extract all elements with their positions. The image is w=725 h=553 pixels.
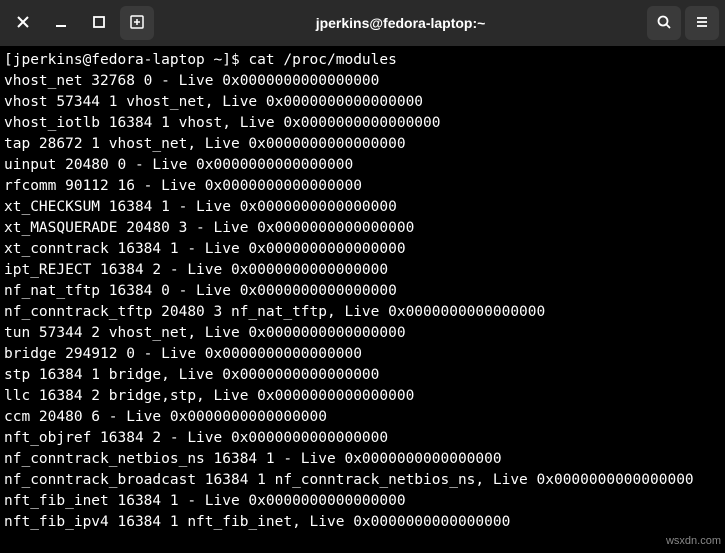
output-line: nft_objref 16384 2 - Live 0x000000000000… bbox=[4, 428, 721, 449]
output-line: xt_MASQUERADE 20480 3 - Live 0x000000000… bbox=[4, 218, 721, 239]
output-line: nf_conntrack_netbios_ns 16384 1 - Live 0… bbox=[4, 449, 721, 470]
output-line: ipt_REJECT 16384 2 - Live 0x000000000000… bbox=[4, 260, 721, 281]
terminal-output: vhost_net 32768 0 - Live 0x0000000000000… bbox=[4, 71, 721, 533]
output-line: tun 57344 2 vhost_net, Live 0x0000000000… bbox=[4, 323, 721, 344]
output-line: nf_conntrack_tftp 20480 3 nf_nat_tftp, L… bbox=[4, 302, 721, 323]
new-tab-icon bbox=[129, 14, 145, 33]
search-button[interactable] bbox=[647, 6, 681, 40]
minimize-icon bbox=[53, 14, 69, 33]
prompt: [jperkins@fedora-laptop ~]$ bbox=[4, 52, 248, 68]
output-line: tap 28672 1 vhost_net, Live 0x0000000000… bbox=[4, 134, 721, 155]
hamburger-icon bbox=[694, 14, 710, 33]
new-tab-button[interactable] bbox=[120, 6, 154, 40]
output-line: vhost_iotlb 16384 1 vhost, Live 0x000000… bbox=[4, 113, 721, 134]
output-line: llc 16384 2 bridge,stp, Live 0x000000000… bbox=[4, 386, 721, 407]
search-icon bbox=[656, 14, 672, 33]
output-line: rfcomm 90112 16 - Live 0x000000000000000… bbox=[4, 176, 721, 197]
output-line: nft_fib_ipv4 16384 1 nft_fib_inet, Live … bbox=[4, 512, 721, 533]
maximize-button[interactable] bbox=[82, 6, 116, 40]
output-line: uinput 20480 0 - Live 0x0000000000000000 bbox=[4, 155, 721, 176]
output-line: nf_conntrack_broadcast 16384 1 nf_conntr… bbox=[4, 470, 721, 491]
titlebar-right bbox=[647, 6, 719, 40]
output-line: nf_nat_tftp 16384 0 - Live 0x00000000000… bbox=[4, 281, 721, 302]
output-line: ccm 20480 6 - Live 0x0000000000000000 bbox=[4, 407, 721, 428]
watermark: wsxdn.com bbox=[666, 535, 721, 547]
minimize-button[interactable] bbox=[44, 6, 78, 40]
output-line: bridge 294912 0 - Live 0x000000000000000… bbox=[4, 344, 721, 365]
menu-button[interactable] bbox=[685, 6, 719, 40]
output-line: stp 16384 1 bridge, Live 0x0000000000000… bbox=[4, 365, 721, 386]
maximize-icon bbox=[91, 14, 107, 33]
output-line: xt_conntrack 16384 1 - Live 0x0000000000… bbox=[4, 239, 721, 260]
output-line: vhost_net 32768 0 - Live 0x0000000000000… bbox=[4, 71, 721, 92]
window-title: jperkins@fedora-laptop:~ bbox=[158, 15, 643, 31]
close-button[interactable] bbox=[6, 6, 40, 40]
output-line: vhost 57344 1 vhost_net, Live 0x00000000… bbox=[4, 92, 721, 113]
output-line: xt_CHECKSUM 16384 1 - Live 0x00000000000… bbox=[4, 197, 721, 218]
output-line: nft_fib_inet 16384 1 - Live 0x0000000000… bbox=[4, 491, 721, 512]
terminal-viewport[interactable]: [jperkins@fedora-laptop ~]$ cat /proc/mo… bbox=[0, 46, 725, 553]
command-text: cat /proc/modules bbox=[248, 52, 396, 68]
close-icon bbox=[15, 14, 31, 33]
titlebar: jperkins@fedora-laptop:~ bbox=[0, 0, 725, 46]
